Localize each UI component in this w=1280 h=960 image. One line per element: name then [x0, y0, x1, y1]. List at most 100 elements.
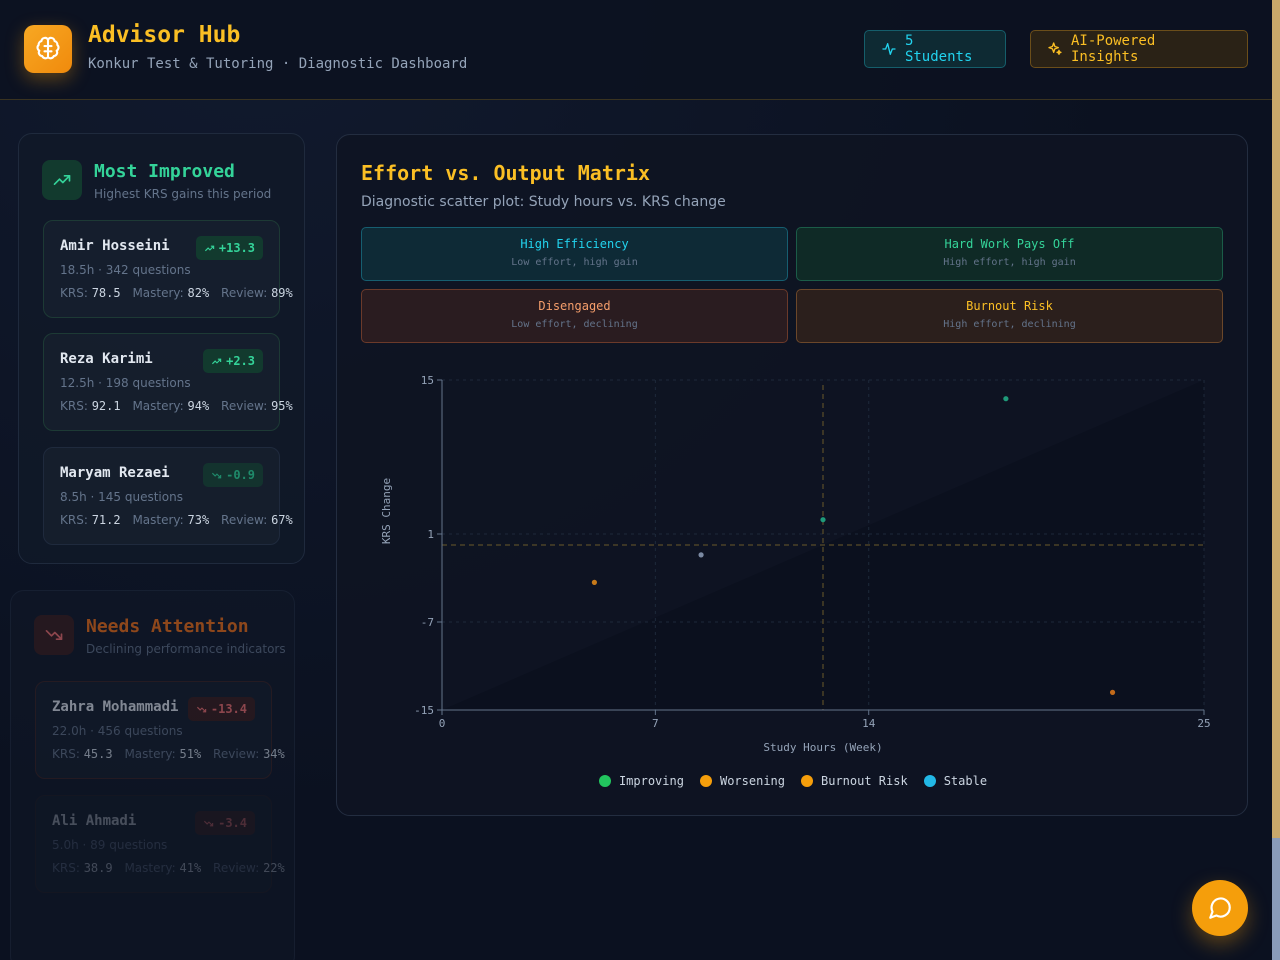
- student-stats: KRS: 78.5 Mastery: 82% Review: 89%: [60, 286, 301, 300]
- student-card[interactable]: Amir Hosseini +13.3 18.5h · 342 question…: [43, 220, 293, 318]
- data-point: [1003, 396, 1009, 402]
- student-meta: 5.0h · 89 questions: [52, 838, 168, 852]
- app-subtitle: Konkur Test & Tutoring · Diagnostic Dash…: [88, 56, 468, 72]
- krs-value: 78.5: [91, 286, 121, 300]
- scrollbar-thumb[interactable]: [1272, 838, 1280, 960]
- review-value: 34%: [263, 747, 285, 761]
- student-stats: KRS: 71.2 Mastery: 73% Review: 67%: [60, 513, 301, 527]
- krs-value: 71.2: [91, 513, 121, 527]
- mastery-label: Mastery:: [132, 286, 184, 300]
- legend-label: Worsening: [719, 774, 785, 788]
- student-card[interactable]: Ali Ahmadi -3.4 5.0h · 89 questions KRS:…: [35, 795, 285, 893]
- review-label: Review:: [221, 399, 268, 413]
- mastery-label: Mastery:: [124, 747, 176, 761]
- data-point: [820, 517, 826, 523]
- trending-up-icon: [42, 160, 82, 200]
- most-improved-title: Most Improved: [94, 161, 235, 182]
- mastery-value: 51%: [179, 747, 202, 761]
- effort-output-panel: Effort vs. Output Matrix Diagnostic scat…: [336, 134, 1248, 816]
- page-scrollbar[interactable]: [1272, 0, 1280, 960]
- student-name: Reza Karimi: [60, 351, 153, 367]
- student-meta: 18.5h · 342 questions: [60, 263, 191, 277]
- legend-dot: [923, 775, 936, 787]
- chart-legend: Improving Worsening Burnout Risk Stable: [337, 774, 1249, 788]
- students-label: 5 Students: [904, 33, 973, 65]
- badge-value: +2.3: [226, 354, 255, 368]
- scatter-plot: 0 7 14 25 15 1 -7 -15 Study Hours (Week) KRS Chan…: [380, 374, 1211, 754]
- krs-change-badge: -13.4: [187, 697, 255, 721]
- badge-value: +13.3: [218, 241, 255, 255]
- brain-logo-icon: [24, 25, 72, 73]
- needs-attention-subtitle: Declining performance indicators: [86, 642, 286, 656]
- student-card[interactable]: Reza Karimi +2.3 12.5h · 198 questions K…: [43, 333, 293, 431]
- trending-down-icon: [196, 706, 207, 712]
- mastery-value: 82%: [187, 286, 210, 300]
- krs-value: 92.1: [91, 399, 121, 413]
- badge-value: -3.4: [218, 816, 247, 830]
- chat-button[interactable]: [1192, 880, 1248, 936]
- data-point: [591, 579, 597, 585]
- mastery-label: Mastery:: [124, 861, 176, 875]
- sparkles-icon: [1048, 42, 1062, 55]
- student-stats: KRS: 92.1 Mastery: 94% Review: 95%: [60, 399, 301, 413]
- krs-change-badge: -0.9: [203, 463, 263, 487]
- student-name: Ali Ahmadi: [52, 813, 137, 829]
- y-tick-label: 15: [421, 374, 434, 387]
- x-tick-label: 7: [652, 717, 659, 730]
- mastery-value: 94%: [187, 399, 210, 413]
- legend-label: Stable: [943, 774, 988, 788]
- krs-label: KRS:: [60, 513, 88, 527]
- legend-dot: [801, 775, 813, 787]
- krs-value: 38.9: [83, 861, 113, 875]
- student-meta: 8.5h · 145 questions: [60, 490, 183, 504]
- x-tick-label: 25: [1197, 717, 1210, 730]
- students-button[interactable]: 5 Students: [864, 30, 1006, 68]
- krs-change-badge: +13.3: [195, 236, 263, 260]
- most-improved-subtitle: Highest KRS gains this period: [94, 187, 272, 201]
- needs-attention-panel: Needs Attention Declining performance in…: [10, 590, 295, 960]
- mastery-label: Mastery:: [132, 399, 184, 413]
- krs-value: 45.3: [83, 747, 113, 761]
- trending-down-icon: [212, 472, 222, 478]
- student-stats: KRS: 38.9 Mastery: 41% Review: 22%: [52, 861, 293, 875]
- student-name: Maryam Rezaei: [60, 465, 170, 481]
- krs-label: KRS:: [52, 861, 80, 875]
- y-tick-label: -7: [421, 616, 434, 629]
- krs-change-badge: +2.3: [203, 349, 263, 373]
- trending-up-icon: [204, 245, 215, 251]
- app-header: Advisor Hub Konkur Test & Tutoring · Dia…: [0, 0, 1272, 100]
- ai-insights-button[interactable]: AI-Powered Insights: [1030, 30, 1248, 68]
- legend-dot: [598, 775, 611, 787]
- review-value: 67%: [271, 513, 293, 527]
- trending-down-icon: [34, 615, 74, 655]
- app-title: Advisor Hub: [88, 22, 241, 48]
- trending-down-icon: [204, 820, 214, 826]
- krs-label: KRS:: [60, 286, 88, 300]
- krs-change-badge: -3.4: [195, 811, 255, 835]
- y-tick-label: -15: [414, 704, 434, 717]
- review-label: Review:: [221, 286, 268, 300]
- y-axis-label: KRS Change: [380, 478, 393, 544]
- student-card[interactable]: Zahra Mohammadi -13.4 22.0h · 456 questi…: [35, 681, 285, 779]
- review-value: 22%: [263, 861, 285, 875]
- student-meta: 22.0h · 456 questions: [52, 724, 183, 738]
- badge-value: -13.4: [210, 702, 247, 716]
- legend-dot: [699, 775, 712, 787]
- x-tick-label: 14: [862, 717, 876, 730]
- student-card[interactable]: Maryam Rezaei -0.9 8.5h · 145 questions …: [43, 447, 293, 545]
- x-axis-label: Study Hours (Week): [763, 741, 882, 754]
- review-label: Review:: [221, 513, 268, 527]
- ai-insights-label: AI-Powered Insights: [1070, 33, 1156, 65]
- legend-label: Burnout Risk: [821, 774, 908, 788]
- mastery-label: Mastery:: [132, 513, 184, 527]
- activity-icon: [882, 43, 896, 55]
- review-label: Review:: [213, 861, 260, 875]
- needs-attention-title: Needs Attention: [86, 616, 249, 637]
- legend-item: Worsening: [699, 774, 785, 788]
- data-point: [698, 552, 704, 558]
- review-value: 89%: [271, 286, 293, 300]
- badge-value: -0.9: [226, 468, 255, 482]
- krs-label: KRS:: [60, 399, 88, 413]
- x-tick-label: 0: [439, 717, 446, 730]
- message-circle-icon: [1209, 897, 1231, 919]
